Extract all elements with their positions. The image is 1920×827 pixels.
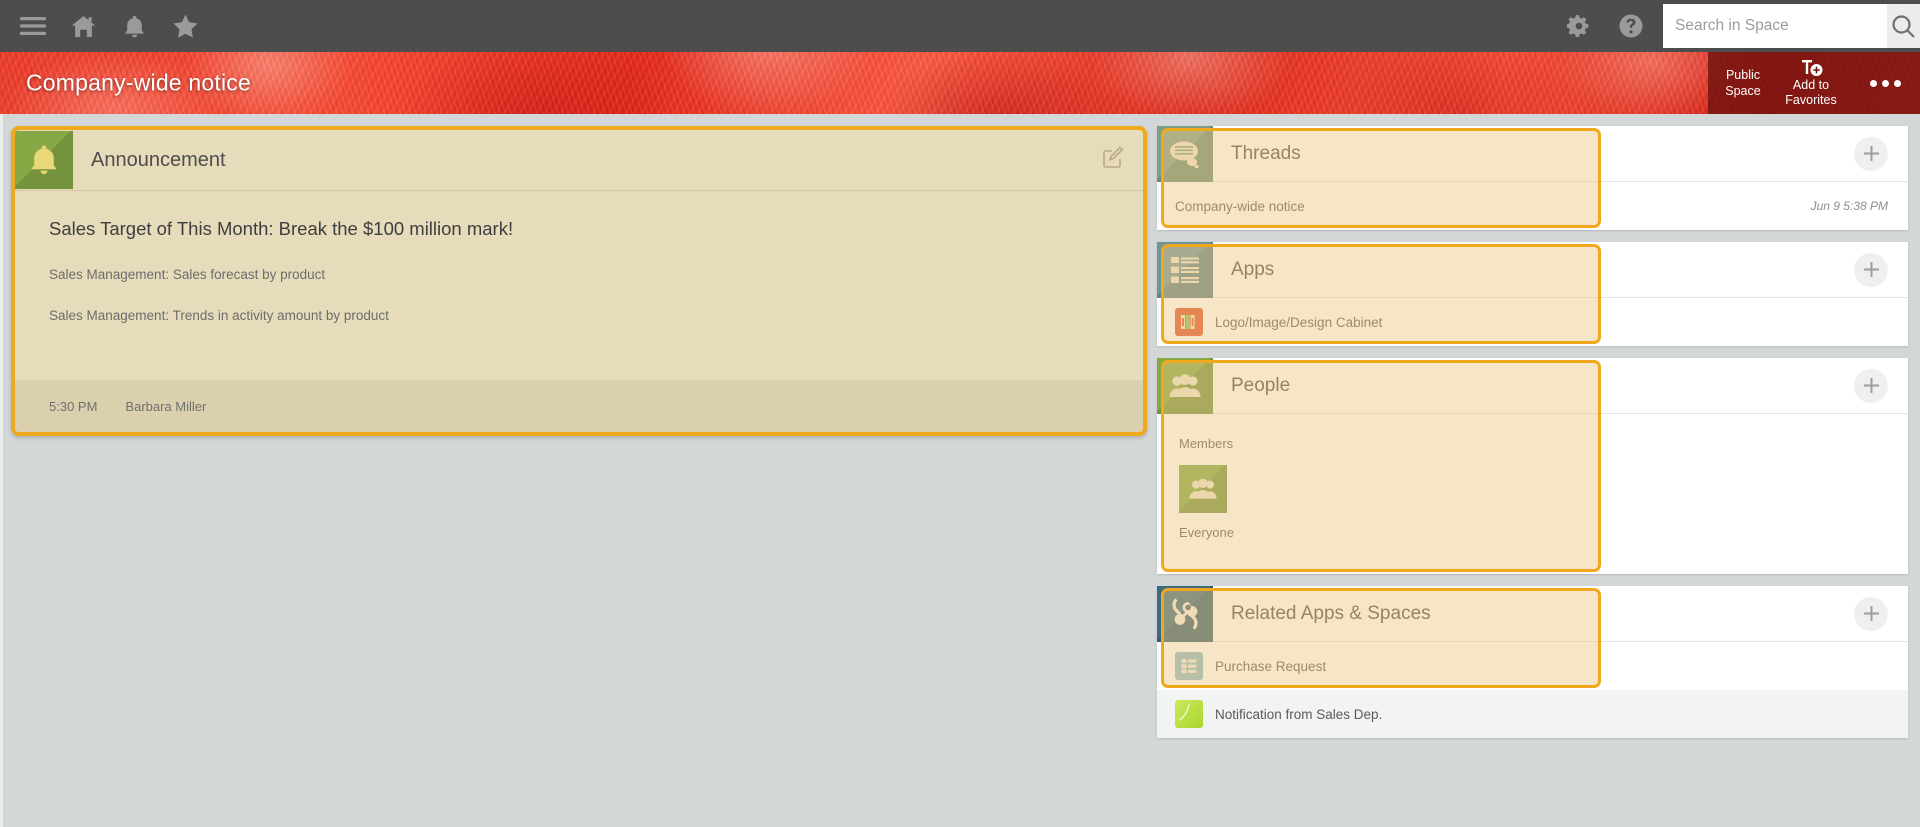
more-options-icon[interactable] <box>1850 80 1920 87</box>
people-card: People Members <box>1157 358 1908 574</box>
announcement-line-0: Sales Management: Sales forecast by prod… <box>15 267 1143 282</box>
announcement-body: Sales Target of This Month: Break the $1… <box>15 191 1143 323</box>
announcement-card[interactable]: Announcement Sales Target of This Month:… <box>11 126 1147 436</box>
green-app-icon <box>1175 700 1203 728</box>
space-type-label: Public Space <box>1708 67 1772 99</box>
list-item[interactable]: Notification from Sales Dep. <box>1157 690 1908 738</box>
space-type-line2: Space <box>1714 83 1772 99</box>
add-to-favorites-line2: Favorites <box>1785 93 1836 108</box>
announcement-title: Announcement <box>91 149 226 172</box>
announcement-line-1: Sales Management: Trends in activity amo… <box>15 308 1143 323</box>
top-bar-right <box>1553 0 1920 52</box>
list-item[interactable]: Logo/Image/Design Cabinet <box>1157 298 1908 346</box>
panel-title: People <box>1231 375 1290 397</box>
related-label: Notification from Sales Dep. <box>1215 707 1382 722</box>
add-to-favorites-line1: Add to <box>1793 78 1829 93</box>
add-to-favorites-icon <box>1799 59 1823 78</box>
announcement-author: Barbara Miller <box>125 399 206 414</box>
right-column: Threads Company-wide notice Jun 9 5:38 P… <box>1157 126 1908 750</box>
banner-actions: Public Space Add to Favorites <box>1708 52 1920 114</box>
space-banner: Company-wide notice Public Space Add to … <box>0 52 1920 114</box>
edit-icon[interactable] <box>1101 146 1125 175</box>
help-icon[interactable] <box>1605 0 1657 52</box>
list-item[interactable]: Purchase Request <box>1157 642 1908 690</box>
announcement-headline: Sales Target of This Month: Break the $1… <box>15 217 1143 241</box>
list-item[interactable]: Company-wide notice Jun 9 5:38 PM <box>1157 182 1908 230</box>
top-bar-left-icons <box>8 0 210 52</box>
apps-header: Apps <box>1157 242 1908 298</box>
threads-header: Threads <box>1157 126 1908 182</box>
people-header: People <box>1157 358 1908 414</box>
plus-icon[interactable] <box>1854 369 1888 403</box>
announcement-header: Announcement <box>15 130 1143 191</box>
bell-icon <box>15 131 73 189</box>
panel-title: Threads <box>1231 143 1301 165</box>
app-label: Logo/Image/Design Cabinet <box>1215 315 1382 330</box>
add-to-favorites-button[interactable]: Add to Favorites <box>1772 59 1850 108</box>
people-body: Members <box>1157 414 1908 574</box>
gear-icon[interactable] <box>1553 0 1605 52</box>
search-button[interactable] <box>1887 4 1920 48</box>
plus-icon[interactable] <box>1854 137 1888 171</box>
panel-apps: Apps Logo/Imag <box>1157 242 1908 346</box>
related-header: Related Apps & Spaces <box>1157 586 1908 642</box>
announcement-time: 5:30 PM <box>49 399 97 414</box>
thread-label: Company-wide notice <box>1175 199 1305 214</box>
banner-background-image <box>0 52 1920 114</box>
related-card: Related Apps & Spaces <box>1157 586 1908 738</box>
plus-icon[interactable] <box>1854 597 1888 631</box>
related-label: Purchase Request <box>1215 659 1326 674</box>
home-icon[interactable] <box>59 0 108 52</box>
panel-people: People Members <box>1157 358 1908 574</box>
search-input[interactable] <box>1663 5 1887 47</box>
search-box[interactable] <box>1663 4 1920 48</box>
panel-threads: Threads Company-wide notice Jun 9 5:38 P… <box>1157 126 1908 230</box>
left-edge-strip <box>0 114 3 827</box>
apps-card: Apps Logo/Imag <box>1157 242 1908 346</box>
member-item[interactable]: Everyone <box>1179 465 1243 540</box>
apps-list-icon <box>1157 242 1213 298</box>
link-chain-icon <box>1157 586 1213 642</box>
star-icon[interactable] <box>161 0 210 52</box>
people-icon <box>1179 465 1227 513</box>
plus-icon[interactable] <box>1854 253 1888 287</box>
members-label: Members <box>1179 436 1908 451</box>
space-type-line1: Public <box>1714 67 1772 83</box>
top-bar <box>0 0 1920 52</box>
list-app-icon <box>1175 652 1203 680</box>
page-title: Company-wide notice <box>26 70 251 97</box>
announcement-footer: 5:30 PM Barbara Miller <box>15 380 1143 432</box>
panel-related: Related Apps & Spaces <box>1157 586 1908 738</box>
panel-title: Related Apps & Spaces <box>1231 603 1431 625</box>
thread-date: Jun 9 5:38 PM <box>1811 199 1888 213</box>
bell-icon[interactable] <box>110 0 159 52</box>
menu-icon[interactable] <box>8 0 57 52</box>
people-icon <box>1157 358 1213 414</box>
books-icon <box>1175 308 1203 336</box>
threads-card: Threads Company-wide notice Jun 9 5:38 P… <box>1157 126 1908 230</box>
threads-icon <box>1157 126 1213 182</box>
panel-title: Apps <box>1231 259 1274 281</box>
page-body: Announcement Sales Target of This Month:… <box>0 114 1920 827</box>
member-name: Everyone <box>1179 525 1243 540</box>
